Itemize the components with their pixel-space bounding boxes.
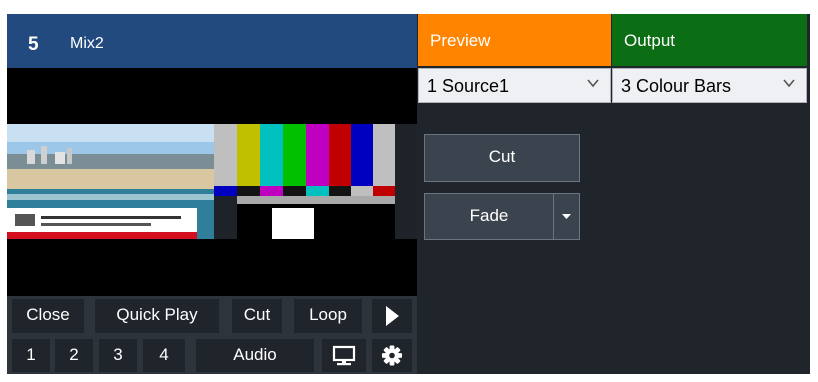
colour-bars-thumbnail <box>214 124 417 239</box>
output-source-value: 3 Colour Bars <box>621 76 732 96</box>
layer-2-label: 2 <box>69 345 79 364</box>
fade-button[interactable]: Fade <box>424 193 554 240</box>
quick-play-button-label: Quick Play <box>116 305 198 324</box>
loop-button[interactable]: Loop <box>294 299 362 333</box>
settings-button[interactable] <box>372 339 412 372</box>
tab-output-label: Output <box>624 31 676 50</box>
preview-source-select[interactable]: 1 Source1 <box>418 68 611 103</box>
chevron-down-icon <box>587 79 599 88</box>
loop-button-label: Loop <box>309 305 347 324</box>
cut-control-button[interactable]: Cut <box>232 299 282 333</box>
external-output-button[interactable] <box>322 339 366 372</box>
tab-preview-label: Preview <box>430 31 491 50</box>
audio-button-label: Audio <box>233 345 277 364</box>
layer-1-button[interactable]: 1 <box>12 339 50 372</box>
input-header[interactable]: 5 Mix2 <box>7 14 417 68</box>
layer-1-label: 1 <box>26 345 36 364</box>
close-button[interactable]: Close <box>12 299 84 333</box>
cut-button[interactable]: Cut <box>424 134 580 182</box>
close-button-label: Close <box>26 305 70 324</box>
layer-3-label: 3 <box>113 345 123 364</box>
quick-play-button[interactable]: Quick Play <box>95 299 219 333</box>
beach-thumbnail <box>7 124 214 239</box>
layer-3-button[interactable]: 3 <box>99 339 137 372</box>
cut-button-label: Cut <box>488 147 516 166</box>
play-icon <box>386 306 399 326</box>
tab-output[interactable]: Output <box>612 14 807 66</box>
cut-control-label: Cut <box>243 305 271 324</box>
input-number: 5 <box>28 34 39 55</box>
tab-preview[interactable]: Preview <box>418 14 611 66</box>
play-button[interactable] <box>372 299 412 333</box>
output-source-select[interactable]: 3 Colour Bars <box>612 68 807 103</box>
gear-icon <box>382 345 402 366</box>
audio-button[interactable]: Audio <box>196 339 314 372</box>
input-title: Mix2 <box>70 35 104 52</box>
fade-button-label: Fade <box>469 206 509 225</box>
preview-source-value: 1 Source1 <box>427 76 510 96</box>
fade-options-button[interactable] <box>553 193 580 240</box>
caret-down-icon <box>562 214 571 219</box>
monitor-icon <box>332 345 356 366</box>
layer-2-button[interactable]: 2 <box>55 339 93 372</box>
chevron-down-icon <box>783 79 795 88</box>
layer-4-button[interactable]: 4 <box>143 339 185 372</box>
layer-4-label: 4 <box>159 345 169 364</box>
